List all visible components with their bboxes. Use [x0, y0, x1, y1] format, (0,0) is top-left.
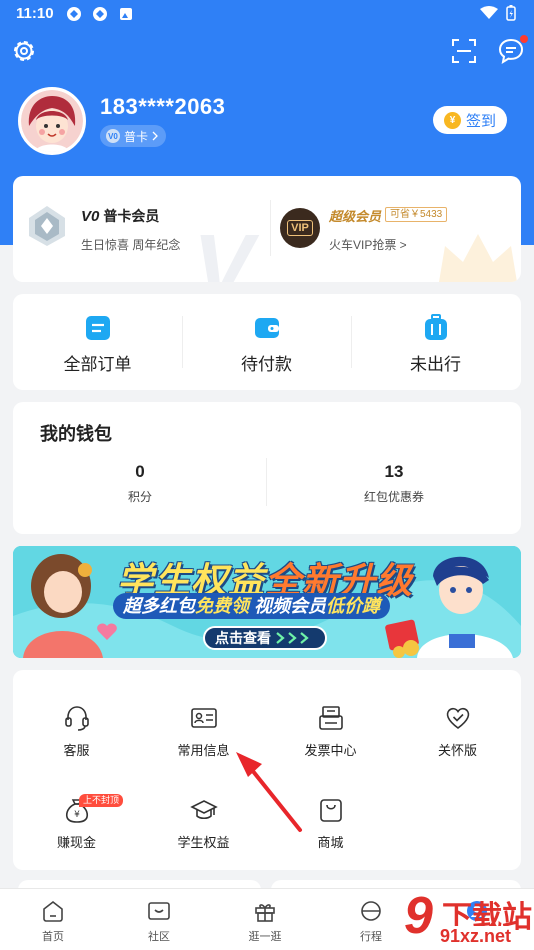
banner-view-label: 点击查看 [215, 630, 271, 646]
watermark-number: 9 [404, 887, 433, 945]
tab-label: 社区 [148, 931, 170, 943]
avatar-illustration [21, 90, 83, 152]
settings-gear-icon[interactable] [10, 37, 38, 65]
member-benefits: 生日惊喜 周年纪念 [81, 238, 181, 252]
member-title-text: 普卡会员 [103, 208, 160, 224]
member-diamond-icon [29, 206, 65, 246]
background-crown-icon [439, 234, 517, 282]
banner-sub-a: 超多红包 [123, 596, 195, 616]
super-member-desc: 火车VIP抢票 > [329, 238, 407, 252]
membership-card: V V0 普卡会员 生日惊喜 周年纪念 VIP 超级会员 可省￥5433 火车V… [13, 176, 521, 282]
order-pending-payment-label: 待付款 [241, 355, 292, 374]
status-time: 11:10 [16, 5, 54, 22]
heart-check-icon [446, 707, 469, 729]
order-all[interactable]: 全部订单 [13, 294, 182, 390]
order-pending-payment[interactable]: 待付款 [182, 294, 351, 390]
tool-label: 学生权益 [177, 835, 230, 850]
banner-view-button[interactable]: 点击查看 [203, 626, 327, 650]
tool-label: 商城 [317, 835, 344, 850]
headset-icon [64, 706, 89, 731]
points-value: 0 [135, 462, 145, 481]
tool-care-mode[interactable]: 关怀版 [394, 704, 521, 759]
services-card: 客服 常用信息 发票中心 关怀版 ¥ 上不封顶 赚现金 学生权益 商城 [13, 670, 521, 870]
gift-icon [255, 904, 275, 922]
points-label: 积分 [127, 490, 152, 504]
coupons-label: 红包优惠券 [363, 490, 424, 504]
list-icon [85, 316, 110, 340]
invoice-icon [318, 706, 343, 730]
vip-icon-text: VIP [287, 220, 313, 236]
watermark-domain: 91xz.net [438, 926, 514, 947]
triple-chevron-icon [276, 632, 309, 644]
divider [270, 200, 271, 256]
order-all-label: 全部订单 [63, 355, 132, 374]
user-phone: 183****2063 [100, 94, 226, 119]
background-v-icon: V [193, 217, 254, 282]
member-level-label: 普卡 [124, 129, 149, 144]
member-title: V0 普卡会员 [81, 206, 159, 226]
tab-home[interactable]: 首页 [0, 899, 106, 944]
banner-sub-c: 视频会员 [254, 596, 327, 616]
tool-label: 赚现金 [56, 835, 96, 850]
coupons-stat[interactable]: 13 红包优惠券 [267, 462, 521, 505]
tool-label: 常用信息 [177, 743, 230, 758]
app-notification-icon [93, 7, 107, 21]
tool-label: 关怀版 [437, 743, 477, 758]
site-watermark: 9 下载站 91xz.net [404, 886, 534, 950]
order-upcoming-trip[interactable]: 未出行 [351, 294, 520, 390]
id-card-icon [190, 708, 217, 728]
tool-earn-cash[interactable]: ¥ 上不封顶 赚现金 [13, 794, 140, 851]
home-icon [43, 900, 63, 922]
order-upcoming-trip-label: 未出行 [410, 355, 461, 374]
luggage-icon [424, 314, 447, 340]
savings-badge: 可省￥5433 [385, 207, 448, 222]
tool-label: 发票中心 [304, 743, 357, 758]
battery-icon [506, 5, 516, 21]
tab-label: 首页 [42, 931, 64, 943]
orders-card: 全部订单 待付款 未出行 [13, 294, 521, 390]
tab-label: 行程 [360, 931, 382, 943]
community-icon [148, 902, 170, 920]
tool-invoice-center[interactable]: 发票中心 [267, 704, 394, 759]
banner-sub-b: 免费领 [195, 596, 249, 616]
member-level-badge[interactable]: V0 普卡 [100, 125, 167, 147]
tool-label: 客服 [63, 743, 90, 758]
status-bar: 11:10 [0, 0, 534, 28]
tool-common-info[interactable]: 常用信息 [140, 704, 267, 759]
scan-icon[interactable] [451, 38, 477, 64]
wallet-title: 我的钱包 [40, 424, 112, 444]
tab-label: 逛一逛 [248, 931, 282, 943]
tab-explore[interactable]: 逛一逛 [212, 899, 318, 944]
banner-sub-d: 低价蹲 [326, 596, 381, 616]
uncapped-tag: 上不封顶 [79, 794, 124, 807]
coin-icon: ¥ [443, 111, 461, 129]
v0-logo: V0 [81, 207, 100, 225]
student-benefits-banner[interactable]: 学生权益全新升级 超多红包免费领 视频会员低价蹲 点击查看 [13, 546, 521, 658]
member-level-icon: V0 [106, 129, 120, 143]
unread-dot [520, 35, 528, 43]
tool-customer-service[interactable]: 客服 [13, 704, 140, 759]
wallet-icon [254, 318, 279, 338]
tool-student-benefits[interactable]: 学生权益 [140, 796, 267, 851]
signin-label: 签到 [465, 112, 496, 130]
chevron-right-icon [152, 131, 158, 141]
banner-subtitle: 超多红包免费领 视频会员低价蹲 [113, 593, 391, 619]
graduation-cap-icon [189, 800, 218, 820]
shopping-bag-icon [319, 799, 342, 822]
tool-mall[interactable]: 商城 [267, 796, 394, 851]
super-member-title: 超级会员 [329, 209, 382, 224]
wallet-card: 我的钱包 0 积分 13 红包优惠券 [13, 402, 521, 534]
svg-text:¥: ¥ [74, 810, 80, 820]
vip-crown-icon: VIP [280, 208, 320, 248]
signin-button[interactable]: ¥ 签到 [433, 106, 507, 134]
app-notification-icon [67, 7, 81, 21]
coupons-value: 13 [384, 462, 404, 481]
points-stat[interactable]: 0 积分 [13, 462, 267, 505]
avatar[interactable] [18, 87, 86, 155]
image-notification-icon [120, 8, 132, 20]
wifi-icon [480, 6, 498, 19]
tab-community[interactable]: 社区 [106, 899, 212, 944]
trip-icon [361, 901, 381, 921]
